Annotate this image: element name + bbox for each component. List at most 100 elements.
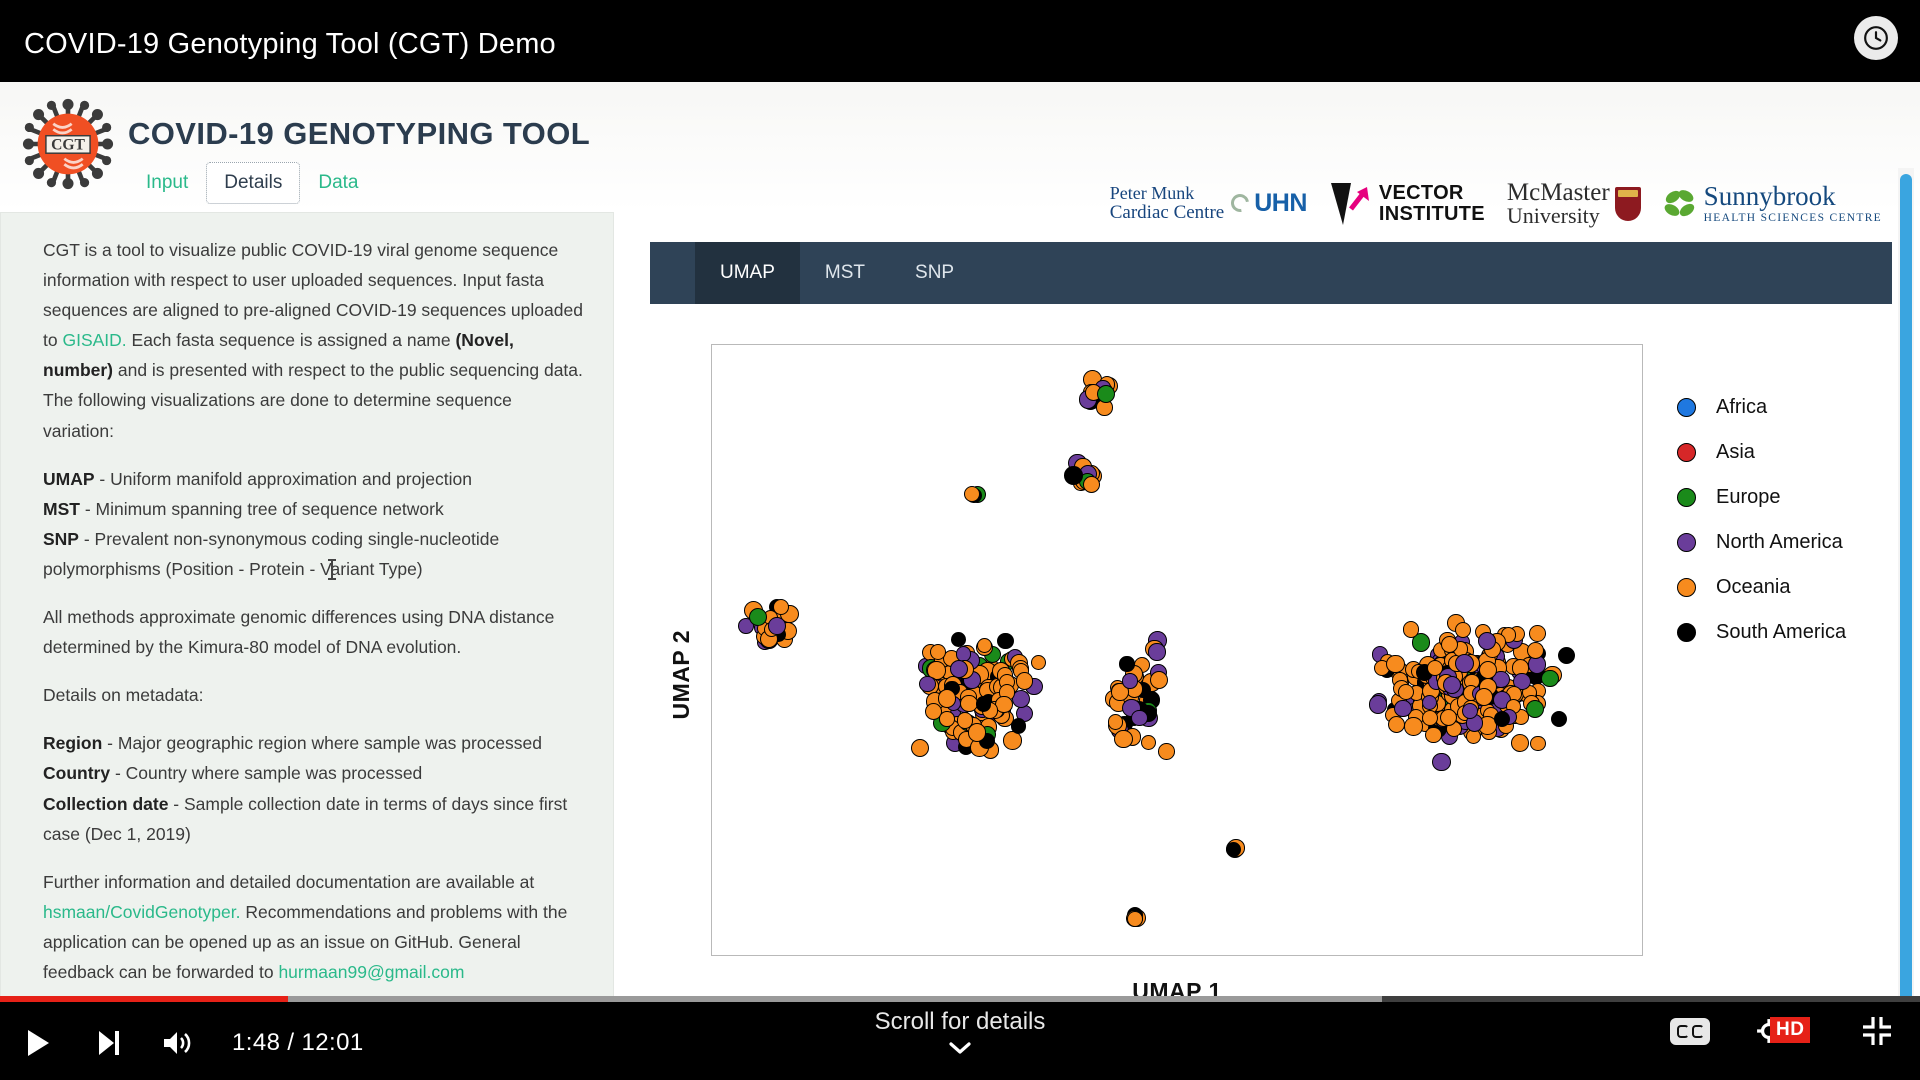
scatter-point[interactable]: [1015, 672, 1033, 690]
scatter-point[interactable]: [960, 694, 978, 712]
repo-link[interactable]: hsmaan/CovidGenotyper.: [43, 902, 240, 922]
legend-item-asia[interactable]: Asia: [1677, 441, 1846, 464]
scatter-point[interactable]: [950, 631, 966, 647]
metadata-list: Region - Major geographic region where s…: [43, 728, 585, 848]
cc-icon: [1676, 1024, 1689, 1038]
gisaid-link[interactable]: GISAID.: [62, 330, 126, 350]
app-header: CGT COVID-19 GENOTYPING TOOL Input Detai…: [0, 82, 1920, 227]
scatter-point[interactable]: [1526, 641, 1544, 659]
chart-tab-mst[interactable]: MST: [800, 242, 890, 304]
scatter-point[interactable]: [1510, 733, 1529, 752]
scatter-point[interactable]: [1529, 735, 1546, 752]
method-snp: SNP - Prevalent non-synonymous coding si…: [43, 524, 585, 584]
scatter-point[interactable]: [1388, 715, 1406, 734]
video-title-bar: COVID-19 Genotyping Tool (CGT) Demo: [0, 0, 1920, 88]
scatter-point[interactable]: [1455, 653, 1475, 673]
vector-v-arrow-icon: [1329, 181, 1371, 227]
scatter-point[interactable]: [1368, 695, 1388, 714]
scatter-point[interactable]: [1402, 621, 1420, 638]
logo-peter-munk-uhn: Peter Munk Cardiac Centre UHN: [1110, 183, 1308, 224]
scatter-point[interactable]: [937, 689, 957, 708]
legend-item-north-america[interactable]: North America: [1677, 531, 1846, 554]
method-umap: UMAP - Uniform manifold approximation an…: [43, 464, 585, 494]
scatter-point[interactable]: [1148, 643, 1166, 661]
scatter-point[interactable]: [1426, 660, 1443, 677]
sunnybrook-leaf-icon: [1663, 188, 1697, 220]
scatter-point[interactable]: [910, 739, 929, 758]
scatter-canvas[interactable]: [711, 344, 1643, 956]
scatter-point[interactable]: [1141, 734, 1157, 750]
tab-details[interactable]: Details: [206, 162, 301, 204]
play-icon: [28, 1030, 49, 1056]
scatter-point[interactable]: [967, 723, 987, 742]
text-cursor: [328, 559, 336, 580]
scatter-point[interactable]: [1010, 718, 1027, 734]
next-button[interactable]: [76, 1006, 142, 1080]
app-page: CGT COVID-19 GENOTYPING TOOL Input Detai…: [0, 82, 1920, 1000]
logo-mcmaster: McMaster University: [1507, 180, 1641, 227]
scatter-point[interactable]: [1114, 729, 1133, 749]
watch-later-button[interactable]: [1854, 16, 1898, 60]
scatter-point[interactable]: [976, 638, 992, 654]
scatter-point[interactable]: [1475, 687, 1494, 706]
legend-label-north-america: North America: [1716, 531, 1843, 553]
play-button[interactable]: [0, 1006, 76, 1080]
scatter-point[interactable]: [1082, 475, 1101, 494]
scatter-point[interactable]: [1404, 717, 1423, 736]
scatter-point[interactable]: [1119, 656, 1135, 672]
scatter-point[interactable]: [1432, 752, 1451, 771]
scatter-point[interactable]: [1529, 624, 1547, 642]
fullscreen-button[interactable]: [1860, 1014, 1894, 1048]
volume-button[interactable]: [142, 1006, 212, 1080]
logo-vector-institute: VECTOR INSTITUTE: [1329, 181, 1485, 227]
page-scroll-thumb[interactable]: [1900, 174, 1912, 1000]
scatter-point[interactable]: [1158, 742, 1175, 760]
scatter-point[interactable]: [975, 696, 992, 712]
tab-input[interactable]: Input: [128, 162, 206, 204]
scatter-point[interactable]: [1425, 727, 1442, 744]
method-snp-term: SNP: [43, 528, 79, 549]
scatter-point[interactable]: [1551, 710, 1568, 727]
y-axis-label: UMAP 2: [668, 629, 694, 720]
scatter-point[interactable]: [1122, 673, 1138, 689]
legend-item-africa[interactable]: Africa: [1677, 396, 1846, 419]
scatter-point[interactable]: [1386, 655, 1405, 674]
scatter-point[interactable]: [963, 485, 980, 502]
chart-tab-umap[interactable]: UMAP: [695, 242, 800, 304]
scatter-point[interactable]: [997, 632, 1014, 650]
scatter-point[interactable]: [1149, 671, 1168, 690]
scatter-point[interactable]: [1557, 646, 1575, 664]
tab-data[interactable]: Data: [300, 162, 376, 204]
quality-button[interactable]: HD: [1756, 1016, 1814, 1046]
scatter-point[interactable]: [919, 675, 936, 693]
scatter-point[interactable]: [1525, 700, 1544, 719]
scatter-point[interactable]: [1541, 669, 1559, 688]
legend-item-europe[interactable]: Europe: [1677, 486, 1846, 509]
scatter-point[interactable]: [1454, 621, 1471, 639]
page-scrollbar[interactable]: [1898, 168, 1914, 1000]
scatter-point[interactable]: [1131, 709, 1148, 727]
captions-button[interactable]: [1670, 1017, 1710, 1045]
chart-tab-snp[interactable]: SNP: [890, 242, 979, 304]
scatter-point[interactable]: [1107, 714, 1124, 730]
app-body: CGT is a tool to visualize public COVID-…: [0, 212, 1920, 1000]
legend-item-south-america[interactable]: South America: [1677, 621, 1846, 644]
sunnybrook-line2: HEALTH SCIENCES CENTRE: [1703, 211, 1882, 224]
mcmaster-crest-icon: [1614, 186, 1641, 221]
scatter-point[interactable]: [1030, 654, 1046, 670]
hd-badge-label: HD: [1770, 1017, 1811, 1043]
scatter-point[interactable]: [768, 616, 786, 635]
scatter-point[interactable]: [1096, 385, 1115, 404]
progress-bar[interactable]: [0, 996, 1920, 1002]
legend-label-europe: Europe: [1716, 486, 1781, 508]
legend-item-oceania[interactable]: Oceania: [1677, 576, 1846, 599]
email-link[interactable]: hurmaan99@gmail.com: [278, 962, 464, 982]
page-title: COVID-19 GENOTYPING TOOL: [128, 116, 591, 151]
app-nav-tabs: Input Details Data: [128, 162, 590, 204]
metadata-region-term: Region: [43, 733, 103, 754]
scatter-point[interactable]: [939, 711, 955, 727]
scatter-point[interactable]: [1064, 466, 1083, 485]
scatter-point[interactable]: [1394, 699, 1412, 717]
scatter-point[interactable]: [949, 659, 969, 678]
legend-label-asia: Asia: [1716, 441, 1755, 463]
